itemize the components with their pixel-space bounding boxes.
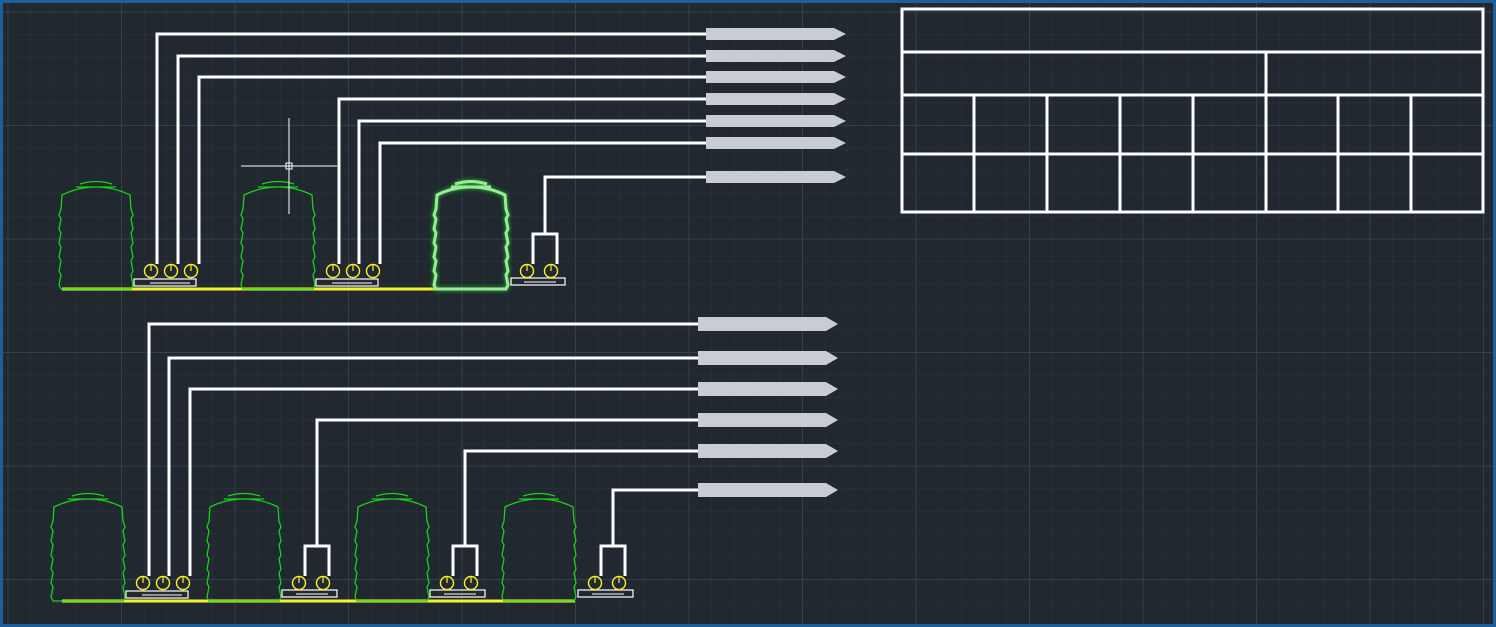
outlet-arrow-tag-icon[interactable] bbox=[706, 115, 846, 127]
outlet-arrow-tag-icon[interactable] bbox=[706, 50, 846, 62]
outlet-arrow-tag-icon[interactable] bbox=[706, 171, 846, 183]
outlet-arrow-tag-icon[interactable] bbox=[698, 382, 838, 396]
outlet-arrow-tag-icon[interactable] bbox=[698, 444, 838, 458]
piping-schematic[interactable] bbox=[0, 0, 1496, 627]
outlet-arrow-tag-icon[interactable] bbox=[706, 93, 846, 105]
outlet-arrow-tag-icon[interactable] bbox=[698, 317, 838, 331]
outlet-arrow-tag-icon[interactable] bbox=[706, 28, 846, 40]
cad-drawing-canvas[interactable] bbox=[0, 0, 1496, 627]
outlet-arrow-tag-icon[interactable] bbox=[698, 351, 838, 365]
outlet-arrow-tag-icon[interactable] bbox=[698, 483, 838, 497]
outlet-arrow-tag-icon[interactable] bbox=[706, 137, 846, 149]
outlet-arrow-tag-icon[interactable] bbox=[706, 71, 846, 83]
outlet-arrow-tag-icon[interactable] bbox=[698, 413, 838, 427]
